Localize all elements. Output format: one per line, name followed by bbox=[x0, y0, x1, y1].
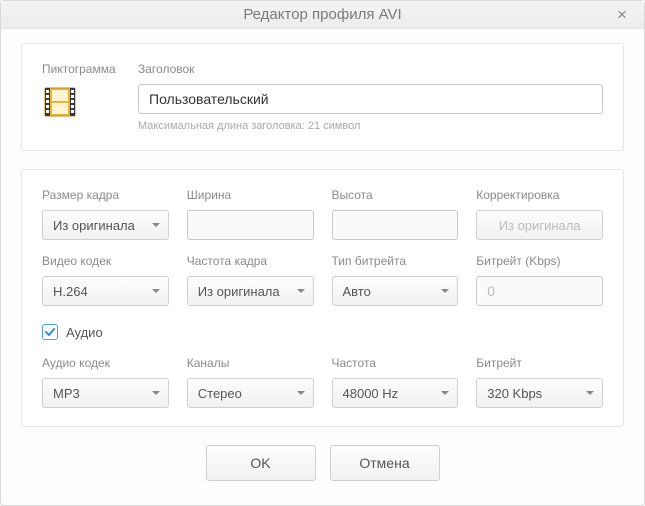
chevron-down-icon bbox=[441, 391, 449, 395]
bitrate-type-value: Авто bbox=[343, 284, 371, 299]
height-field: Высота bbox=[332, 188, 459, 240]
cancel-button[interactable]: Отмена bbox=[330, 445, 440, 481]
video-codec-value: H.264 bbox=[53, 284, 88, 299]
title-hint: Максимальная длина заголовка: 21 символ bbox=[138, 120, 603, 132]
chevron-down-icon bbox=[152, 289, 160, 293]
frame-size-value: Из оригинала bbox=[53, 218, 135, 233]
window: Редактор профиля AVI × Пиктограмма bbox=[0, 0, 645, 506]
chevron-down-icon bbox=[297, 289, 305, 293]
video-codec-select[interactable]: H.264 bbox=[42, 276, 169, 306]
chevron-down-icon bbox=[152, 223, 160, 227]
width-input bbox=[187, 210, 314, 240]
video-codec-label: Видео кодек bbox=[42, 254, 169, 268]
video-bitrate-input bbox=[476, 276, 603, 306]
audio-enable-row: Аудио bbox=[42, 320, 603, 342]
frame-size-field: Размер кадра Из оригинала bbox=[42, 188, 169, 240]
video-bitrate-label: Битрейт (Kbps) bbox=[476, 254, 603, 268]
audio-codec-label: Аудио кодек bbox=[42, 356, 169, 370]
channels-value: Стерео bbox=[198, 386, 242, 401]
framerate-label: Частота кадра bbox=[187, 254, 314, 268]
sample-rate-value: 48000 Hz bbox=[343, 386, 399, 401]
header-panel: Пиктограмма bbox=[21, 43, 624, 151]
chevron-down-icon bbox=[297, 391, 305, 395]
audio-bitrate-select[interactable]: 320 Kbps bbox=[476, 378, 603, 408]
footer: OK Отмена bbox=[21, 445, 624, 487]
bitrate-type-select[interactable]: Авто bbox=[332, 276, 459, 306]
ok-button[interactable]: OK bbox=[206, 445, 316, 481]
frame-size-select[interactable]: Из оригинала bbox=[42, 210, 169, 240]
settings-grid: Размер кадра Из оригинала Ширина Высота … bbox=[42, 188, 603, 408]
title-input[interactable] bbox=[138, 84, 603, 114]
video-bitrate-field: Битрейт (Kbps) bbox=[476, 254, 603, 306]
titlebar: Редактор профиля AVI × bbox=[1, 1, 644, 29]
cancel-button-label: Отмена bbox=[359, 455, 409, 471]
title-field-label: Заголовок bbox=[138, 62, 603, 76]
audio-checkbox-label: Аудио bbox=[66, 325, 103, 340]
width-field: Ширина bbox=[187, 188, 314, 240]
audio-codec-value: MP3 bbox=[53, 386, 80, 401]
title-column: Заголовок Максимальная длина заголовка: … bbox=[138, 62, 603, 132]
content: Пиктограмма bbox=[1, 29, 644, 505]
framerate-value: Из оригинала bbox=[198, 284, 280, 299]
ok-button-label: OK bbox=[250, 455, 270, 471]
audio-bitrate-label: Битрейт bbox=[476, 356, 603, 370]
sample-rate-select[interactable]: 48000 Hz bbox=[332, 378, 459, 408]
audio-codec-select[interactable]: MP3 bbox=[42, 378, 169, 408]
audio-checkbox[interactable] bbox=[42, 324, 58, 340]
pictogram-label: Пиктограмма bbox=[42, 62, 120, 76]
framerate-select[interactable]: Из оригинала bbox=[187, 276, 314, 306]
close-button[interactable]: × bbox=[614, 7, 630, 23]
channels-select[interactable]: Стерео bbox=[187, 378, 314, 408]
adjustment-field: Корректировка Из оригинала bbox=[476, 188, 603, 240]
film-icon[interactable] bbox=[42, 84, 78, 120]
channels-field: Каналы Стерео bbox=[187, 356, 314, 408]
audio-bitrate-field: Битрейт 320 Kbps bbox=[476, 356, 603, 408]
adjustment-button[interactable]: Из оригинала bbox=[476, 210, 603, 240]
settings-panel: Размер кадра Из оригинала Ширина Высота … bbox=[21, 169, 624, 427]
chevron-down-icon bbox=[586, 391, 594, 395]
pictogram-column: Пиктограмма bbox=[42, 62, 120, 132]
height-label: Высота bbox=[332, 188, 459, 202]
chevron-down-icon bbox=[441, 289, 449, 293]
height-input bbox=[332, 210, 459, 240]
frame-size-label: Размер кадра bbox=[42, 188, 169, 202]
video-codec-field: Видео кодек H.264 bbox=[42, 254, 169, 306]
adjustment-label: Корректировка bbox=[476, 188, 603, 202]
channels-label: Каналы bbox=[187, 356, 314, 370]
sample-rate-label: Частота bbox=[332, 356, 459, 370]
width-label: Ширина bbox=[187, 188, 314, 202]
adjustment-value: Из оригинала bbox=[499, 218, 581, 233]
chevron-down-icon bbox=[152, 391, 160, 395]
bitrate-type-field: Тип битрейта Авто bbox=[332, 254, 459, 306]
framerate-field: Частота кадра Из оригинала bbox=[187, 254, 314, 306]
audio-codec-field: Аудио кодек MP3 bbox=[42, 356, 169, 408]
audio-bitrate-value: 320 Kbps bbox=[487, 386, 542, 401]
window-title: Редактор профиля AVI bbox=[243, 6, 401, 23]
sample-rate-field: Частота 48000 Hz bbox=[332, 356, 459, 408]
bitrate-type-label: Тип битрейта bbox=[332, 254, 459, 268]
